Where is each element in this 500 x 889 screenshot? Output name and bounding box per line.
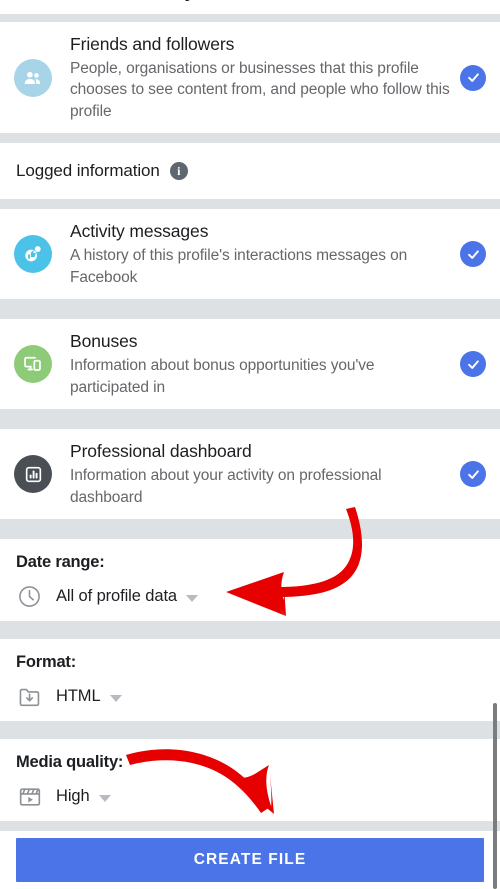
checkmark-icon[interactable] [460,64,486,91]
format-value: HTML [56,687,101,705]
option-text: Activity messages A history of this prof… [70,220,460,288]
option-title: Friends and followers [70,33,235,54]
media-quality-label: Media quality: [16,753,124,771]
option-title: Professional dashboard [70,441,252,461]
date-range-selector[interactable]: All of profile data [16,583,484,610]
option-text: Bonuses Information about bonus opportun… [70,330,460,398]
media-quality-selector[interactable]: High [16,783,484,810]
option-row[interactable]: Bonuses Information about bonus opportun… [0,319,500,409]
option-card-bonuses[interactable]: Bonuses Information about bonus opportun… [0,319,500,409]
format-setting: Format: HTML [0,639,500,722]
checkmark-icon[interactable] [460,461,486,487]
friends-icon [14,58,52,97]
activity-messages-icon [14,235,52,273]
scrollbar-thumb[interactable] [493,703,497,889]
option-card-activity-messages[interactable]: Activity messages A history of this prof… [0,209,500,299]
footer-bar: CREATE FILE [0,831,500,889]
partial-top-heading-row: Information about you [0,0,500,14]
export-information-screen: Information about you Friends and follow… [0,0,500,889]
option-description: A history of this profile's interactions… [70,247,408,286]
setting-card-format[interactable]: Format: HTML [0,639,500,721]
checkmark-icon[interactable] [460,351,486,377]
date-range-value: All of profile data [56,587,178,605]
option-row[interactable]: Friends and followers People, organisati… [0,22,500,133]
date-range-label: Date range: [16,553,105,571]
option-text: Professional dashboard Information about… [70,440,460,508]
format-selector[interactable]: HTML [16,683,484,710]
chevron-down-icon[interactable] [98,794,111,802]
option-card-friends-and-followers[interactable]: Friends and followers People, organisati… [0,22,500,133]
partial-top-heading: Information about you [16,0,219,3]
download-folder-icon [16,683,43,710]
checkmark-icon[interactable] [460,241,486,267]
media-quality-setting: Media quality: High [0,739,500,822]
chevron-down-icon[interactable] [186,594,199,602]
setting-card-date-range[interactable]: Date range: All of profile data [0,539,500,621]
section-header-label: Logged information [16,161,160,180]
bonuses-devices-icon [14,345,52,383]
option-description: Information about bonus opportunities yo… [70,357,375,396]
option-text: Friends and followers People, organisati… [70,33,460,123]
section-header-logged-information: Logged information i [0,143,500,199]
chevron-down-icon[interactable] [109,694,122,702]
create-file-button[interactable]: CREATE FILE [16,838,484,882]
option-row[interactable]: Activity messages A history of this prof… [0,209,500,299]
option-row[interactable]: Professional dashboard Information about… [0,429,500,519]
setting-card-media-quality[interactable]: Media quality: High [0,739,500,821]
media-quality-value: High [56,787,90,805]
option-description: Information about your activity on profe… [70,467,382,506]
section-header-row: Logged information i [0,143,500,199]
option-description: People, organisations or businesses that… [70,59,450,120]
option-title: Bonuses [70,331,138,351]
info-icon[interactable]: i [169,162,188,180]
format-label: Format: [16,653,77,671]
date-range-setting: Date range: All of profile data [0,539,500,622]
clock-icon [16,583,43,610]
video-clapper-icon [16,783,43,810]
option-card-professional-dashboard[interactable]: Professional dashboard Information about… [0,429,500,519]
option-title: Activity messages [70,221,209,241]
professional-dashboard-icon [14,455,52,493]
